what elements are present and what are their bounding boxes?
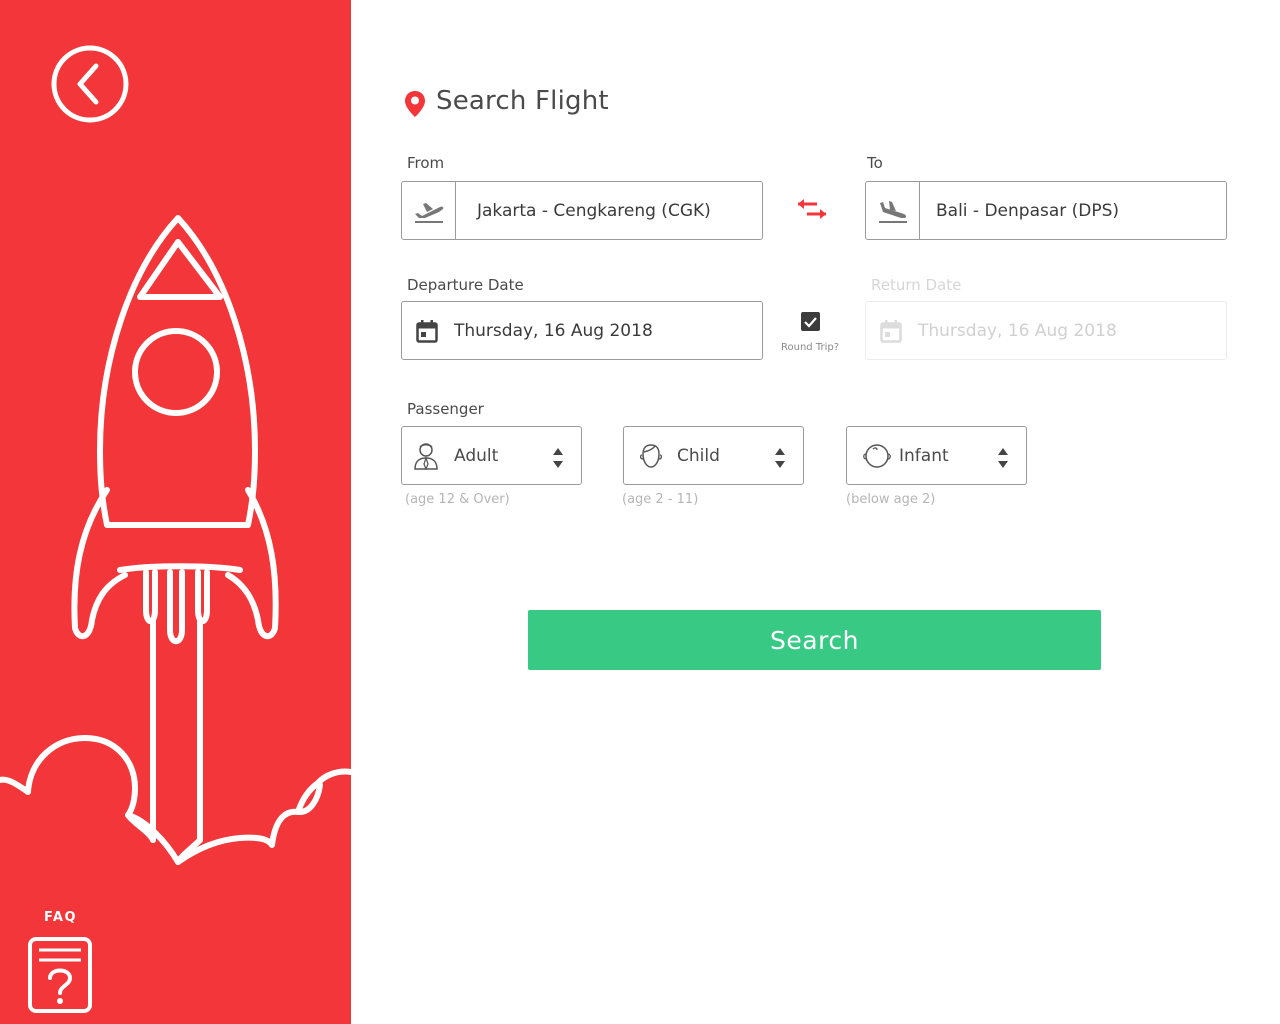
- from-field[interactable]: Jakarta - Cengkareng (CGK): [401, 181, 763, 240]
- round-trip-checkbox[interactable]: [801, 312, 820, 331]
- landing-icon: [878, 200, 907, 223]
- departure-label: Departure Date: [407, 276, 524, 294]
- from-label: From: [407, 154, 445, 172]
- departure-date-field[interactable]: Thursday, 16 Aug 2018: [401, 301, 763, 360]
- swap-button[interactable]: [795, 195, 829, 223]
- return-label: Return Date: [871, 276, 962, 294]
- rocket-illustration: [0, 215, 351, 865]
- stepper-icon: [998, 448, 1008, 468]
- return-value: Thursday, 16 Aug 2018: [918, 320, 1117, 341]
- search-button[interactable]: Search: [528, 610, 1101, 670]
- to-field[interactable]: Bali - Denpasar (DPS): [865, 181, 1227, 240]
- calendar-icon: [880, 320, 902, 343]
- to-value: Bali - Denpasar (DPS): [936, 200, 1120, 221]
- infant-label: Infant: [899, 445, 949, 466]
- adult-label: Adult: [454, 445, 499, 466]
- faq-icon: [28, 937, 92, 1013]
- swap-icon: [798, 199, 826, 219]
- faq-label: FAQ: [44, 910, 78, 925]
- faq-button[interactable]: [27, 936, 93, 1014]
- child-hint: (age 2 - 11): [622, 492, 699, 507]
- location-pin-icon: [405, 91, 425, 117]
- checkbox-icon: [804, 317, 817, 328]
- return-date-field[interactable]: Thursday, 16 Aug 2018: [865, 301, 1227, 360]
- page-title: Search Flight: [436, 86, 609, 116]
- from-value: Jakarta - Cengkareng (CGK): [477, 200, 711, 221]
- infant-icon: [863, 443, 891, 468]
- child-label: Child: [677, 445, 720, 466]
- stepper-icon: [553, 448, 563, 468]
- to-label: To: [867, 154, 883, 172]
- child-select[interactable]: Child: [623, 426, 804, 485]
- sidebar: FAQ: [0, 0, 351, 1024]
- adult-icon: [414, 442, 438, 470]
- stepper-icon: [775, 448, 785, 468]
- calendar-icon: [416, 320, 438, 343]
- departure-value: Thursday, 16 Aug 2018: [454, 320, 653, 341]
- back-icon: [51, 45, 129, 123]
- back-button[interactable]: [50, 44, 130, 124]
- to-icon-cell: [866, 182, 920, 239]
- infant-hint: (below age 2): [846, 492, 936, 507]
- adult-hint: (age 12 & Over): [405, 492, 510, 507]
- from-icon-cell: [402, 182, 456, 239]
- passenger-label: Passenger: [407, 400, 484, 418]
- adult-select[interactable]: Adult: [401, 426, 582, 485]
- takeoff-icon: [414, 202, 443, 223]
- child-icon: [640, 443, 662, 468]
- round-trip-label: Round Trip?: [781, 342, 840, 353]
- infant-select[interactable]: Infant: [846, 426, 1027, 485]
